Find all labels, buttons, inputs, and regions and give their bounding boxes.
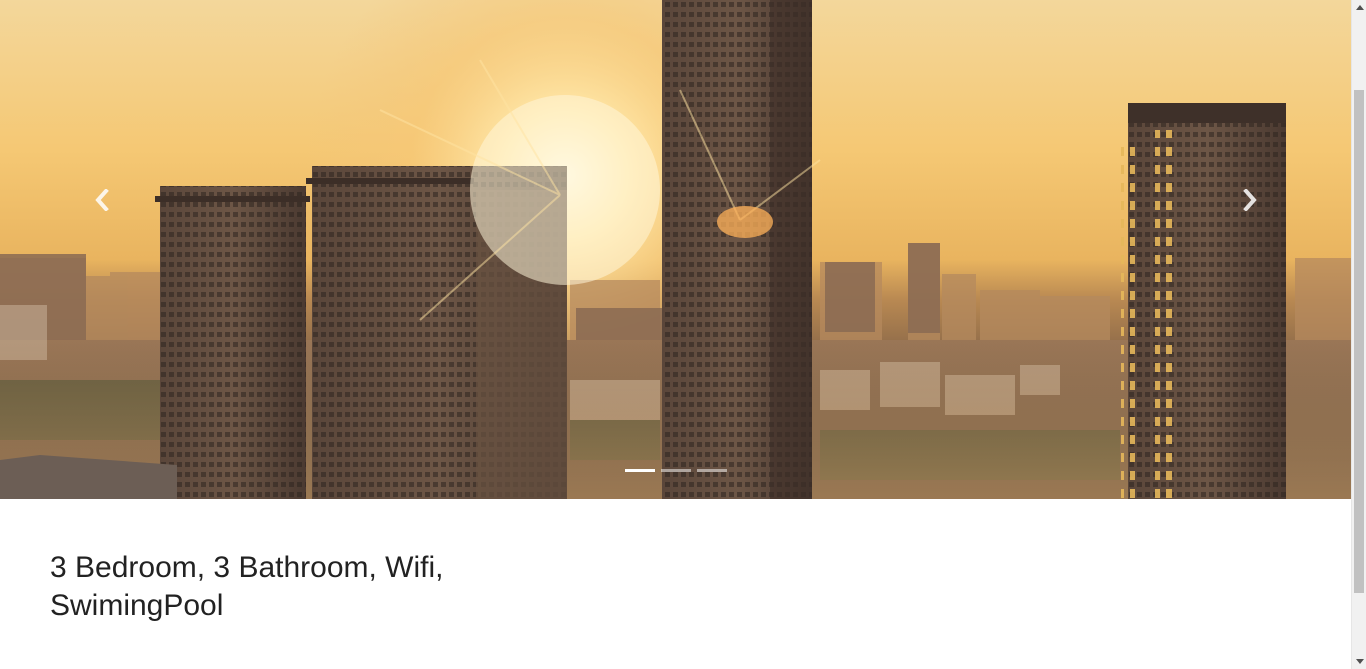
carousel-indicators (625, 469, 727, 472)
triangle-down-icon (1355, 659, 1364, 664)
scroll-down-button[interactable] (1352, 654, 1366, 669)
triangle-up-icon (1355, 5, 1364, 10)
page: 3 Bedroom, 3 Bathroom, Wifi, SwimingPool (0, 0, 1351, 669)
carousel-prev-button[interactable] (87, 185, 117, 215)
chevron-left-icon (95, 189, 109, 211)
chevron-right-icon (1243, 189, 1257, 211)
carousel-next-button[interactable] (1235, 185, 1265, 215)
carousel-indicator-1[interactable] (625, 469, 655, 472)
scroll-up-button[interactable] (1352, 0, 1366, 15)
carousel-slide-image (0, 0, 1351, 499)
image-carousel (0, 0, 1351, 499)
listing-title: 3 Bedroom, 3 Bathroom, Wifi, SwimingPool (50, 551, 444, 622)
carousel-indicator-2[interactable] (661, 469, 691, 472)
page-scrollbar[interactable] (1351, 0, 1366, 669)
scroll-thumb[interactable] (1354, 90, 1364, 593)
carousel-indicator-3[interactable] (697, 469, 727, 472)
